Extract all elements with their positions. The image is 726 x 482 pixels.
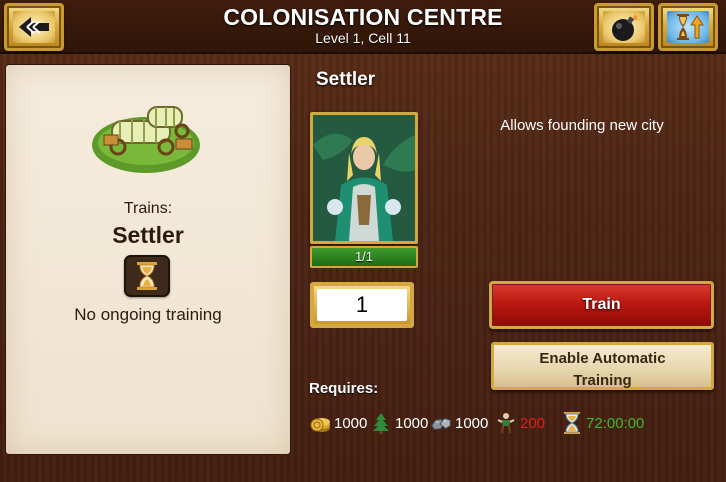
wood-tree-icon bbox=[370, 412, 392, 434]
demolish-button[interactable] bbox=[594, 3, 654, 51]
bomb-icon bbox=[612, 13, 640, 41]
requirement-iron: 1000 bbox=[430, 412, 488, 434]
unit-name: Settler bbox=[316, 69, 376, 90]
unit-portrait bbox=[310, 112, 418, 244]
requirement-time-value: 72:00:00 bbox=[586, 414, 645, 432]
requires-label: Requires: bbox=[309, 380, 379, 397]
requirement-wood-value: 1000 bbox=[395, 414, 429, 432]
unit-description: Allows founding new city bbox=[500, 117, 664, 134]
requirement-population: 200 bbox=[495, 412, 545, 434]
trains-label: Trains: bbox=[123, 200, 173, 217]
page-title: COLONISATION CENTRE bbox=[223, 4, 503, 30]
auto-training-label-line1: Enable Automatic bbox=[539, 350, 666, 367]
auto-training-label-line2: Training bbox=[573, 372, 632, 389]
time-hourglass-icon bbox=[561, 412, 583, 434]
requirement-time: 72:00:00 bbox=[561, 412, 644, 434]
requirement-iron-value: 1000 bbox=[455, 414, 489, 432]
training-status-badge bbox=[124, 255, 170, 297]
train-button[interactable]: Train bbox=[489, 281, 714, 329]
page-subtitle: Level 1, Cell 11 bbox=[315, 30, 411, 46]
iron-ore-icon bbox=[430, 412, 452, 434]
building-info-panel: Trains: Settler No ongoing training bbox=[6, 65, 290, 454]
population-icon bbox=[495, 412, 517, 434]
upgrade-button[interactable] bbox=[658, 3, 718, 51]
settler-wagon-icon bbox=[92, 106, 200, 173]
quantity-field-frame: 1 bbox=[310, 282, 414, 328]
requirement-gold-value: 1000 bbox=[334, 414, 368, 432]
hourglass-icon bbox=[137, 262, 157, 290]
settler-portrait-icon bbox=[313, 115, 415, 241]
upgrade-hourglass-icon bbox=[677, 14, 704, 40]
back-button[interactable] bbox=[4, 3, 64, 51]
unit-count-bar: 1/1 bbox=[310, 246, 418, 268]
requirement-gold: 1000 bbox=[309, 412, 367, 434]
trains-unit-name: Settler bbox=[112, 222, 184, 248]
enable-automatic-training-button[interactable]: Enable Automatic Training bbox=[491, 342, 714, 390]
gold-coins-icon bbox=[309, 412, 331, 434]
training-status-text: No ongoing training bbox=[74, 305, 222, 324]
requirement-population-value: 200 bbox=[520, 414, 546, 432]
quantity-input[interactable]: 1 bbox=[317, 289, 407, 321]
requirement-wood: 1000 bbox=[370, 412, 428, 434]
back-arrow-icon bbox=[19, 17, 49, 37]
